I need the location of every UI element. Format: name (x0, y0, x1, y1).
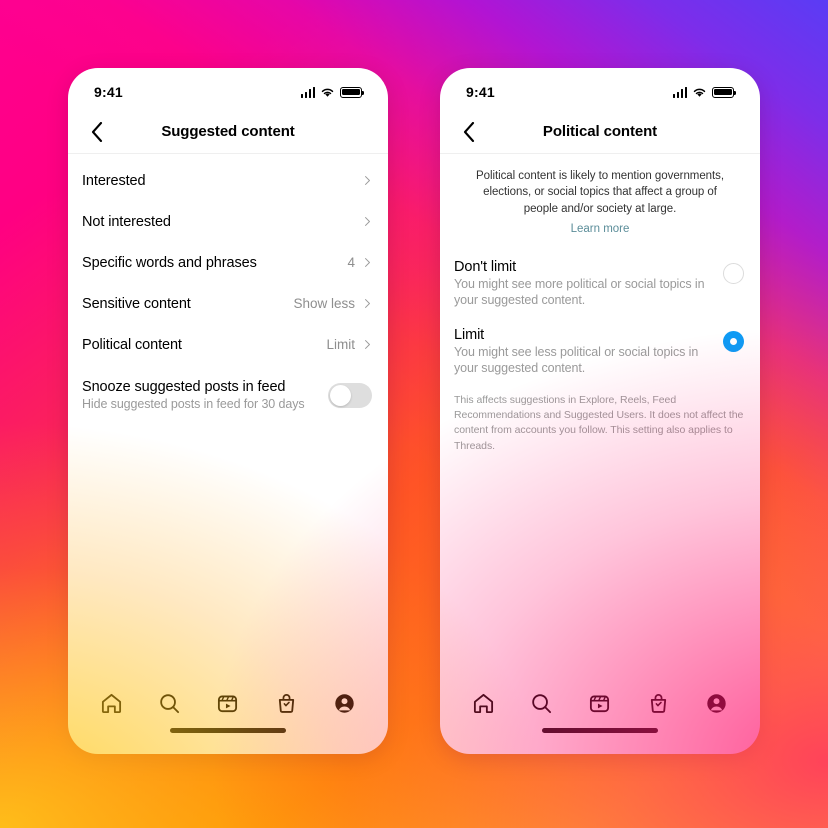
footnote-text: This affects suggestions in Explore, Ree… (454, 393, 744, 452)
chevron-left-icon (463, 121, 475, 142)
options-group: Don't limit You might see more political… (440, 253, 760, 389)
list-item-value: Limit (326, 337, 355, 352)
tab-search[interactable] (155, 688, 185, 718)
option-subtitle: You might see less political or social t… (454, 344, 699, 376)
list-item-label: Specific words and phrases (82, 254, 257, 271)
tab-home[interactable] (468, 688, 498, 718)
battery-icon (712, 86, 737, 98)
option-limit[interactable]: Limit You might see less political or so… (440, 321, 760, 389)
list-item-label: Sensitive content (82, 295, 191, 312)
list-item-label: Interested (82, 172, 146, 189)
snooze-texts: Snooze suggested posts in feed Hide sugg… (82, 379, 328, 411)
home-icon (101, 693, 121, 713)
bottom-tab-bar (68, 678, 388, 728)
shop-bag-icon (278, 693, 294, 713)
list-item-sensitive-content[interactable]: Sensitive content Show less (68, 283, 388, 324)
learn-more-link[interactable]: Learn more (571, 223, 630, 235)
shop-bag-icon (650, 693, 666, 713)
tab-home[interactable] (96, 688, 126, 718)
option-subtitle: You might see more political or social t… (454, 276, 705, 308)
tab-shop[interactable] (271, 688, 301, 718)
bottom-tab-bar (440, 678, 760, 728)
search-icon (160, 693, 180, 713)
tab-reels[interactable] (213, 688, 243, 718)
profile-avatar-icon (335, 693, 354, 713)
search-icon (532, 693, 552, 713)
tab-shop[interactable] (643, 688, 673, 718)
list-item-value: Show less (293, 296, 355, 311)
snooze-subtitle: Hide suggested posts in feed for 30 days (82, 397, 305, 411)
status-bar: 9:41 (68, 68, 388, 110)
phone-mockup-political-content: 9:41 Political content Political content… (440, 68, 760, 754)
back-button[interactable] (84, 119, 110, 145)
reels-icon (590, 694, 610, 712)
political-content-body: Political content is likely to mention g… (440, 154, 760, 678)
intro-block: Political content is likely to mention g… (440, 154, 760, 237)
phone-mockup-suggested-content: 9:41 Suggested content Interested Not in… (68, 68, 388, 754)
snooze-title: Snooze suggested posts in feed (82, 379, 286, 395)
option-dont-limit[interactable]: Don't limit You might see more political… (440, 253, 760, 321)
nav-header: Suggested content (68, 110, 388, 154)
settings-list: Interested Not interested Specific words… (68, 154, 388, 413)
list-item-snooze-suggested-posts[interactable]: Snooze suggested posts in feed Hide sugg… (68, 365, 388, 413)
radio-limit[interactable] (723, 330, 744, 352)
radio-dont-limit[interactable] (723, 262, 744, 284)
option-texts: Don't limit You might see more political… (454, 259, 723, 309)
page-title: Political content (542, 123, 658, 140)
list-item-interested[interactable]: Interested (68, 160, 388, 201)
chevron-right-icon (365, 217, 370, 226)
intro-description: Political content is likely to mention g… (475, 170, 724, 215)
chevron-left-icon (91, 121, 103, 142)
tab-search[interactable] (527, 688, 557, 718)
status-bar-icons (300, 86, 365, 98)
home-icon (473, 693, 493, 713)
list-item-specific-words-and-phrases[interactable]: Specific words and phrases 4 (68, 242, 388, 283)
option-title: Limit (454, 326, 485, 343)
cellular-signal-icon (300, 86, 315, 98)
chevron-right-icon (365, 299, 370, 308)
tab-profile[interactable] (330, 688, 360, 718)
cellular-signal-icon (672, 86, 687, 98)
chevron-right-icon (365, 258, 370, 267)
snooze-toggle-switch[interactable] (328, 382, 372, 408)
instagram-gradient-backdrop: 9:41 Suggested content Interested Not in… (0, 0, 828, 828)
page-title: Suggested content (161, 123, 295, 140)
settings-list-body: Interested Not interested Specific words… (68, 154, 388, 678)
toggle-knob (330, 384, 351, 406)
wifi-icon (321, 88, 334, 97)
tab-reels[interactable] (585, 688, 615, 718)
list-item-political-content[interactable]: Political content Limit (68, 324, 388, 365)
list-item-value: 4 (347, 255, 355, 270)
status-bar-icons (672, 86, 737, 98)
status-bar-time: 9:41 (94, 84, 123, 100)
tab-profile[interactable] (702, 688, 732, 718)
nav-header: Political content (440, 110, 760, 154)
option-title: Don't limit (454, 258, 517, 275)
status-bar-time: 9:41 (466, 84, 495, 100)
list-item-label: Not interested (82, 213, 171, 230)
reels-icon (218, 694, 238, 712)
chevron-right-icon (365, 176, 370, 185)
list-item-not-interested[interactable]: Not interested (68, 201, 388, 242)
chevron-right-icon (365, 340, 370, 349)
battery-icon (340, 86, 365, 98)
home-indicator (440, 728, 760, 754)
list-item-label: Political content (82, 336, 182, 353)
home-indicator (68, 728, 388, 754)
profile-avatar-icon (707, 693, 726, 713)
back-button[interactable] (456, 119, 482, 145)
wifi-icon (693, 88, 706, 97)
option-texts: Limit You might see less political or so… (454, 327, 723, 377)
status-bar: 9:41 (440, 68, 760, 110)
